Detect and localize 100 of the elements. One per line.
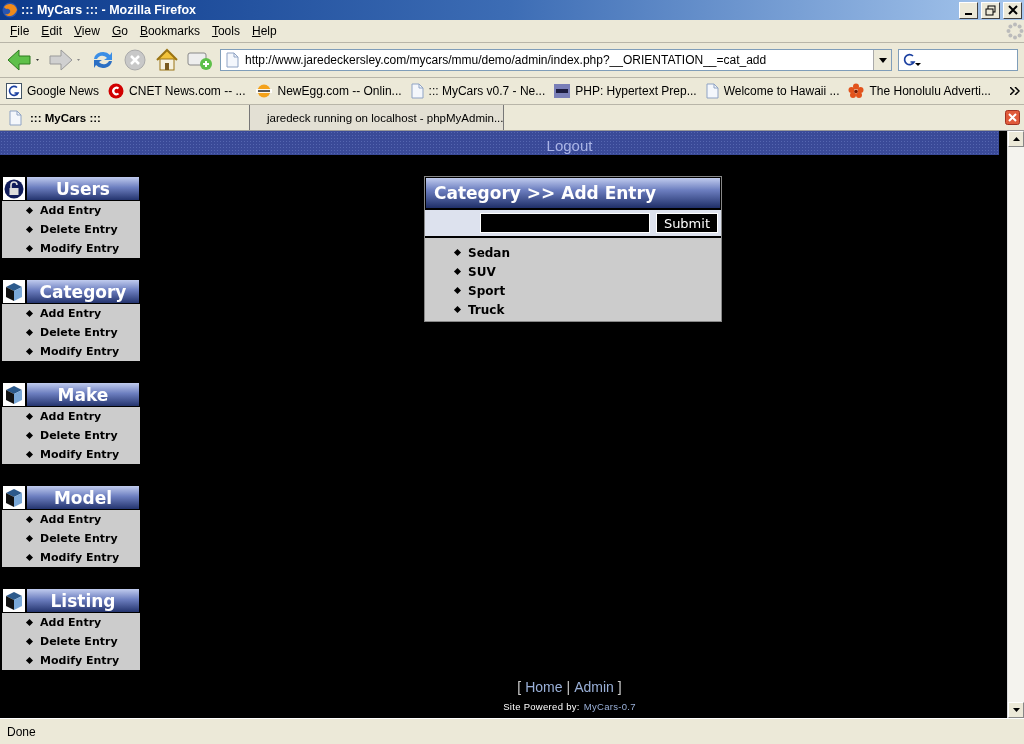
sidebar-link[interactable]: Modify Entry [40, 345, 120, 358]
bookmark-link[interactable]: CNET News.com -- ... [106, 83, 251, 99]
google-icon [902, 52, 922, 68]
bullet-icon [25, 618, 34, 627]
section-heading: Model [27, 486, 139, 509]
bullet-icon [453, 248, 462, 257]
address-field[interactable]: http://www.jaredeckersley.com/mycars/mmu/demo/admin/index.php?__ORIENTATION__=cat_add [220, 49, 892, 71]
sidebar-link[interactable]: Add Entry [40, 616, 102, 629]
page-icon [226, 52, 239, 68]
dropdown-icon [878, 57, 887, 63]
cnet-icon [108, 83, 125, 99]
throbber-icon [1006, 22, 1024, 40]
footer-link[interactable]: Admin [574, 679, 614, 695]
sidebar-link[interactable]: Delete Entry [40, 326, 118, 339]
bullet-icon [25, 431, 34, 440]
cube-icon [5, 487, 23, 508]
sidebar-link[interactable]: Modify Entry [40, 654, 120, 667]
bracket-text: [ [517, 679, 522, 695]
bookmark-link[interactable]: PHP: Hypertext Prep... [552, 84, 702, 98]
bullet-icon [25, 412, 34, 421]
bullet-icon [25, 450, 34, 459]
close-button[interactable] [1003, 1, 1022, 19]
chevron-icon [1010, 87, 1020, 95]
bookmark-link[interactable]: Google News [4, 83, 105, 99]
logout-link[interactable]: Logout [546, 137, 593, 155]
close-icon [1007, 5, 1018, 15]
cube-icon [5, 384, 23, 405]
menu-item[interactable]: Help [245, 24, 283, 38]
scroll-down-button[interactable] [1008, 702, 1024, 718]
menu-item[interactable]: Edit [35, 24, 69, 38]
bullet-icon [25, 534, 34, 543]
separator-text: | [566, 679, 571, 695]
sidebar-link[interactable]: Add Entry [40, 307, 102, 320]
sidebar-link[interactable]: Add Entry [40, 513, 102, 526]
sidebar-link[interactable]: Delete Entry [40, 532, 118, 545]
powered-by-link[interactable]: MyCars-0.7 [583, 701, 636, 712]
sidebar-link[interactable]: Add Entry [40, 204, 102, 217]
sidebar-link[interactable]: Delete Entry [40, 223, 118, 236]
bullet-icon [25, 347, 34, 356]
bullet-icon [453, 286, 462, 295]
section-heading: Users [27, 177, 139, 200]
close-tab-icon[interactable] [1005, 110, 1020, 125]
sidebar-link[interactable]: Delete Entry [40, 429, 118, 442]
bullet-icon [25, 515, 34, 524]
sidebar-link[interactable]: Modify Entry [40, 448, 120, 461]
sidebar-link[interactable]: Add Entry [40, 410, 102, 423]
powered-by-text: Site Powered by: [503, 701, 580, 712]
menu-item[interactable]: View [68, 24, 106, 38]
submit-button[interactable]: Submit [655, 213, 718, 233]
google-icon [6, 83, 22, 99]
minimize-icon [965, 12, 972, 15]
page-icon [705, 83, 719, 99]
down-arrow-icon [1012, 708, 1020, 712]
bookmark-link[interactable]: NewEgg.com -- Onlin... [252, 84, 407, 98]
flower-icon [848, 83, 865, 99]
category-entry: Sport [468, 283, 506, 298]
section-heading: Category [27, 280, 139, 303]
back-button[interactable] [6, 48, 42, 72]
scrollbar[interactable] [1007, 131, 1024, 718]
category-entry: SUV [468, 264, 496, 279]
restore-button[interactable] [981, 1, 1000, 19]
up-arrow-icon [1012, 137, 1020, 141]
bookmark-link[interactable]: Welcome to Hawaii ... [703, 83, 845, 99]
restore-icon [985, 4, 996, 16]
sidebar-link[interactable]: Modify Entry [40, 242, 120, 255]
section-heading: Listing [27, 589, 139, 612]
cube-icon [5, 281, 23, 302]
search-field[interactable] [898, 49, 1018, 71]
home-button[interactable] [154, 48, 180, 72]
bullet-icon [25, 656, 34, 665]
minimize-button[interactable] [959, 1, 978, 19]
category-entry: Sedan [468, 245, 510, 260]
bullet-icon [25, 553, 34, 562]
page-icon [9, 109, 22, 126]
bookmark-link[interactable]: The Honolulu Adverti... [846, 83, 996, 99]
entry-input[interactable] [479, 213, 650, 233]
bullet-icon [25, 637, 34, 646]
bullet-icon [25, 309, 34, 318]
bullet-icon [453, 305, 462, 314]
scroll-up-button[interactable] [1008, 131, 1024, 147]
menu-item[interactable]: Go [105, 24, 134, 38]
footer-link[interactable]: Home [525, 679, 563, 695]
status-text: Done [7, 724, 36, 739]
menu-item[interactable]: File [4, 24, 36, 38]
menu-item[interactable]: Tools [205, 24, 246, 38]
bookmark-link[interactable]: ::: MyCars v0.7 - Ne... [408, 83, 551, 99]
menu-item[interactable]: Bookmarks [133, 24, 206, 38]
page-icon [410, 83, 424, 99]
browser-tab[interactable]: jaredeck running on localhost - phpMyAdmin... [250, 105, 504, 130]
sidebar-link[interactable]: Modify Entry [40, 551, 120, 564]
sidebar-link[interactable]: Delete Entry [40, 635, 118, 648]
globe-icon [2, 2, 18, 18]
bullet-icon [25, 206, 34, 215]
panel-heading: Category >> Add Entry [425, 177, 721, 209]
bullet-icon [25, 225, 34, 234]
cube-icon [5, 590, 23, 611]
lock-icon [4, 178, 24, 199]
bracket-text: ] [617, 679, 622, 695]
section-heading: Make [27, 383, 139, 406]
category-entry: Truck [468, 302, 505, 317]
